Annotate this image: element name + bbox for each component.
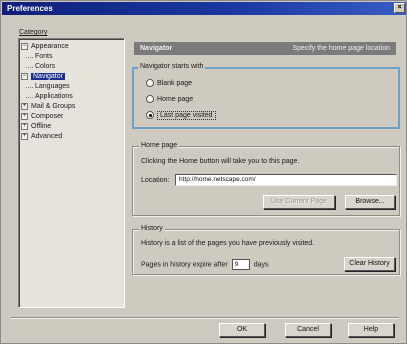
preferences-dialog: Preferences × Category − Appearance Fonts C… <box>0 0 407 344</box>
ok-button[interactable]: OK <box>219 323 265 337</box>
title-bar[interactable]: Preferences × <box>2 2 406 15</box>
radio-button[interactable] <box>146 79 154 88</box>
panel-header: Navigator Specify the home page location <box>134 42 396 55</box>
tree-item-label: Mail & Groups <box>31 103 76 110</box>
tree-item-label: Languages <box>35 83 70 90</box>
radio-last-page-visited[interactable]: Last page visited <box>146 111 216 121</box>
radio-home-page[interactable]: Home page <box>146 95 193 105</box>
radio-label: Last page visited <box>157 111 216 120</box>
tree-item-label: Applications <box>35 93 73 100</box>
tree-item-label: Fonts <box>35 53 53 60</box>
category-tree[interactable]: − Appearance Fonts Colors − Navigator Language… <box>18 38 125 308</box>
category-label: Category <box>19 29 48 36</box>
tree-item-composer[interactable]: + Composer <box>21 112 122 122</box>
expand-icon[interactable]: + <box>21 112 28 120</box>
days-label: days <box>253 261 269 269</box>
radio-label: Home page <box>157 96 194 103</box>
location-input[interactable]: http://home.netscape.com/ <box>175 174 397 186</box>
collapse-icon[interactable]: − <box>21 42 28 50</box>
cancel-button[interactable]: Cancel <box>285 323 331 337</box>
radio-label: Blank page <box>157 80 193 87</box>
separator <box>11 317 399 319</box>
navigator-starts-group: Navigator starts with Blank page Home pa… <box>132 63 400 129</box>
radio-button-selected[interactable] <box>146 111 154 120</box>
tree-item-fonts[interactable]: Fonts <box>21 52 122 62</box>
window-title: Preferences <box>7 4 53 13</box>
expand-icon[interactable]: + <box>21 102 28 110</box>
browse-button[interactable]: Browse... <box>345 195 395 209</box>
tree-item-advanced[interactable]: + Advanced <box>21 132 122 142</box>
tree-item-languages[interactable]: Languages <box>21 82 122 92</box>
tree-item-appearance[interactable]: − Appearance <box>21 42 122 52</box>
navigator-starts-title: Navigator starts with <box>138 63 206 70</box>
tree-item-colors[interactable]: Colors <box>21 62 122 72</box>
radio-button[interactable] <box>146 95 154 104</box>
tree-item-offline[interactable]: + Offline <box>21 122 122 132</box>
expand-icon[interactable]: + <box>21 132 28 140</box>
tree-item-applications[interactable]: Applications <box>21 92 122 102</box>
history-expire-row: Pages in history expire after 9 days <box>141 259 269 271</box>
help-button[interactable]: Help <box>348 323 394 337</box>
close-icon[interactable]: × <box>394 3 405 13</box>
tree-item-label: Advanced <box>31 133 63 140</box>
history-title: History <box>139 225 165 232</box>
tree-item-mail-groups[interactable]: + Mail & Groups <box>21 102 122 112</box>
panel-description: Specify the home page location <box>292 45 390 52</box>
home-page-title: Home page <box>139 142 180 149</box>
expire-days-input[interactable]: 9 <box>231 259 250 270</box>
tree-item-label: Navigator <box>31 73 65 80</box>
use-current-page-button[interactable]: Use Current Page <box>263 195 335 209</box>
tree-item-label: Appearance <box>31 43 69 50</box>
clear-history-button[interactable]: Clear History <box>344 257 395 271</box>
tree-item-label: Composer <box>31 113 64 120</box>
history-group: History History is a list of the pages y… <box>132 225 400 275</box>
expand-icon[interactable]: + <box>21 122 28 130</box>
collapse-icon[interactable]: − <box>21 72 28 80</box>
home-page-description: Clicking the Home button will take you t… <box>141 158 300 165</box>
home-page-group: Home page Clicking the Home button will … <box>132 142 400 216</box>
history-description: History is a list of the pages you have … <box>141 240 315 247</box>
tree-item-label: Offline <box>31 123 52 130</box>
tree-item-navigator[interactable]: − Navigator <box>21 72 122 82</box>
panel-title: Navigator <box>140 45 173 52</box>
tree-item-label: Colors <box>35 63 56 70</box>
expire-label: Pages in history expire after <box>141 261 228 269</box>
location-label: Location: <box>141 177 170 184</box>
radio-blank-page[interactable]: Blank page <box>146 79 192 89</box>
